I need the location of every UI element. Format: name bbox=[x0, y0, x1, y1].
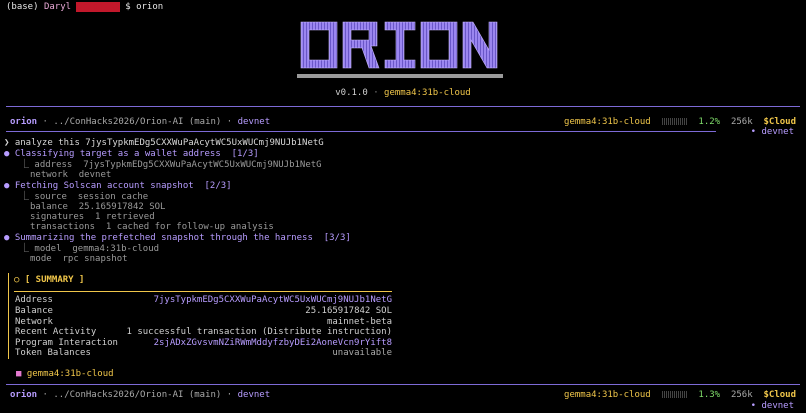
dot: · bbox=[42, 117, 48, 127]
command-prefix-icon: ❯ bbox=[4, 138, 10, 148]
prompt-command: orion bbox=[136, 2, 164, 12]
app-name: orion bbox=[10, 390, 38, 400]
step-count: [1/3] bbox=[231, 149, 259, 159]
dot: · bbox=[226, 117, 233, 127]
repo-path: ../ConHacks2026/Orion-AI (main) bbox=[53, 390, 222, 400]
step-count: [3/3] bbox=[323, 233, 351, 243]
response-model: ■ gemma4:31b-cloud bbox=[16, 369, 114, 380]
summary-value: unavailable bbox=[332, 348, 392, 358]
step-detail: signatures 1 retrieved bbox=[30, 212, 155, 222]
shell-prompt: (base) Daryl Orion-AI $ orion bbox=[6, 2, 163, 13]
divider-top-2 bbox=[6, 131, 716, 132]
model-name: gemma4:31b-cloud bbox=[564, 117, 651, 127]
summary-value: 2sjADxZGvsvmNZiRWmMddyfzbyDEi2AoneVcn9rY… bbox=[153, 338, 392, 348]
network-tag-bottom: • devnet bbox=[750, 401, 794, 411]
step-detail: ⎿ address 7jysTypkmEDg5CXXWuPaAcytWC5UxW… bbox=[20, 160, 322, 170]
dot: · bbox=[226, 390, 233, 400]
network-tag-label: devnet bbox=[761, 401, 794, 411]
summary-border bbox=[8, 273, 9, 359]
summary-label: Token Balances bbox=[15, 348, 91, 358]
model-marker-icon: ■ bbox=[16, 369, 22, 379]
summary-value: 7jysTypkmEDg5CXXWuPaAcytWC5UxWUCmj9NUJb1… bbox=[153, 295, 392, 305]
context-meter bbox=[661, 391, 688, 398]
detail-text: source session cache bbox=[34, 192, 149, 202]
context-meter bbox=[661, 118, 688, 125]
step-detail: transactions 1 cached for follow-up anal… bbox=[30, 222, 274, 232]
repo-path: ../ConHacks2026/Orion-AI (main) bbox=[53, 117, 222, 127]
prompt-user: Daryl bbox=[43, 2, 72, 12]
step-title: Summarizing the prefetched snapshot thro… bbox=[14, 233, 313, 243]
dot: · bbox=[42, 390, 48, 400]
cost-label: $Cloud bbox=[763, 117, 796, 127]
command-line: ❯ analyze this 7jysTypkmEDg5CXXWuPaAcytW… bbox=[4, 138, 324, 149]
step-bullet-icon: ● bbox=[4, 181, 10, 191]
step-detail: balance 25.165917842 SOL bbox=[30, 202, 166, 212]
summary-label: Recent Activity bbox=[15, 327, 97, 337]
summary-label: Balance bbox=[15, 306, 53, 316]
summary-title: ○ [ SUMMARY ] bbox=[14, 275, 85, 285]
context-percent: 1.3% bbox=[698, 390, 721, 400]
network-name: devnet bbox=[237, 117, 271, 127]
status-bar-top: orion · ../ConHacks2026/Orion-AI (main) … bbox=[10, 117, 796, 128]
step-detail: ⎿ model gemma4:31b-cloud bbox=[20, 244, 160, 254]
step-detail: mode rpc snapshot bbox=[30, 254, 128, 264]
separator-dot: · bbox=[373, 88, 379, 98]
token-limit: 256k bbox=[730, 117, 753, 127]
response-model-name: gemma4:31b-cloud bbox=[26, 369, 114, 379]
orion-logo bbox=[297, 21, 503, 78]
summary-label: Network bbox=[15, 317, 53, 327]
detail-text: address 7jysTypkmEDg5CXXWuPaAcytWC5UxWUC… bbox=[34, 160, 322, 170]
summary-value: 1 successful transaction (Distribute ins… bbox=[126, 327, 392, 337]
version: v0.1.0 bbox=[335, 88, 368, 98]
step-bullet-icon: ● bbox=[4, 233, 10, 243]
network-name: devnet bbox=[237, 390, 271, 400]
token-limit: 256k bbox=[730, 390, 753, 400]
prompt-symbol: $ bbox=[125, 2, 131, 12]
divider-bottom bbox=[6, 384, 800, 385]
step-bullet-icon: ● bbox=[4, 149, 10, 159]
summary-label: Address bbox=[15, 295, 53, 305]
detail-text: model gemma4:31b-cloud bbox=[34, 244, 160, 254]
step-title: Fetching Solscan account snapshot bbox=[14, 181, 194, 191]
summary-value: mainnet-beta bbox=[326, 317, 392, 327]
step-detail: network devnet bbox=[30, 170, 112, 180]
step-3: ● Summarizing the prefetched snapshot th… bbox=[4, 233, 351, 244]
conda-env: (base) bbox=[6, 2, 39, 12]
cost-label: $Cloud bbox=[763, 390, 796, 400]
context-percent: 1.2% bbox=[698, 117, 721, 127]
model-name: gemma4:31b-cloud bbox=[564, 390, 651, 400]
network-tag-label: devnet bbox=[761, 127, 794, 137]
banner-model: gemma4:31b-cloud bbox=[384, 88, 471, 98]
divider-top bbox=[6, 106, 800, 107]
redacted-host: Orion-AI bbox=[76, 2, 120, 12]
status-bar-bottom: orion · ../ConHacks2026/Orion-AI (main) … bbox=[10, 390, 796, 401]
step-count: [2/3] bbox=[204, 181, 232, 191]
summary-rule bbox=[14, 291, 392, 292]
version-line: v0.1.0 · gemma4:31b-cloud bbox=[0, 88, 806, 99]
step-1: ● Classifying target as a wallet address… bbox=[4, 149, 259, 160]
app-name: orion bbox=[10, 117, 38, 127]
summary-label: Program Interaction bbox=[15, 338, 118, 348]
step-detail: ⎿ source session cache bbox=[20, 192, 149, 202]
command-text: analyze this 7jysTypkmEDg5CXXWuPaAcytWC5… bbox=[14, 138, 324, 148]
step-title: Classifying target as a wallet address bbox=[14, 149, 221, 159]
step-2: ● Fetching Solscan account snapshot [2/3… bbox=[4, 181, 232, 192]
summary-value: 25.165917842 SOL bbox=[305, 306, 392, 316]
network-tag-top: • devnet bbox=[750, 127, 794, 137]
